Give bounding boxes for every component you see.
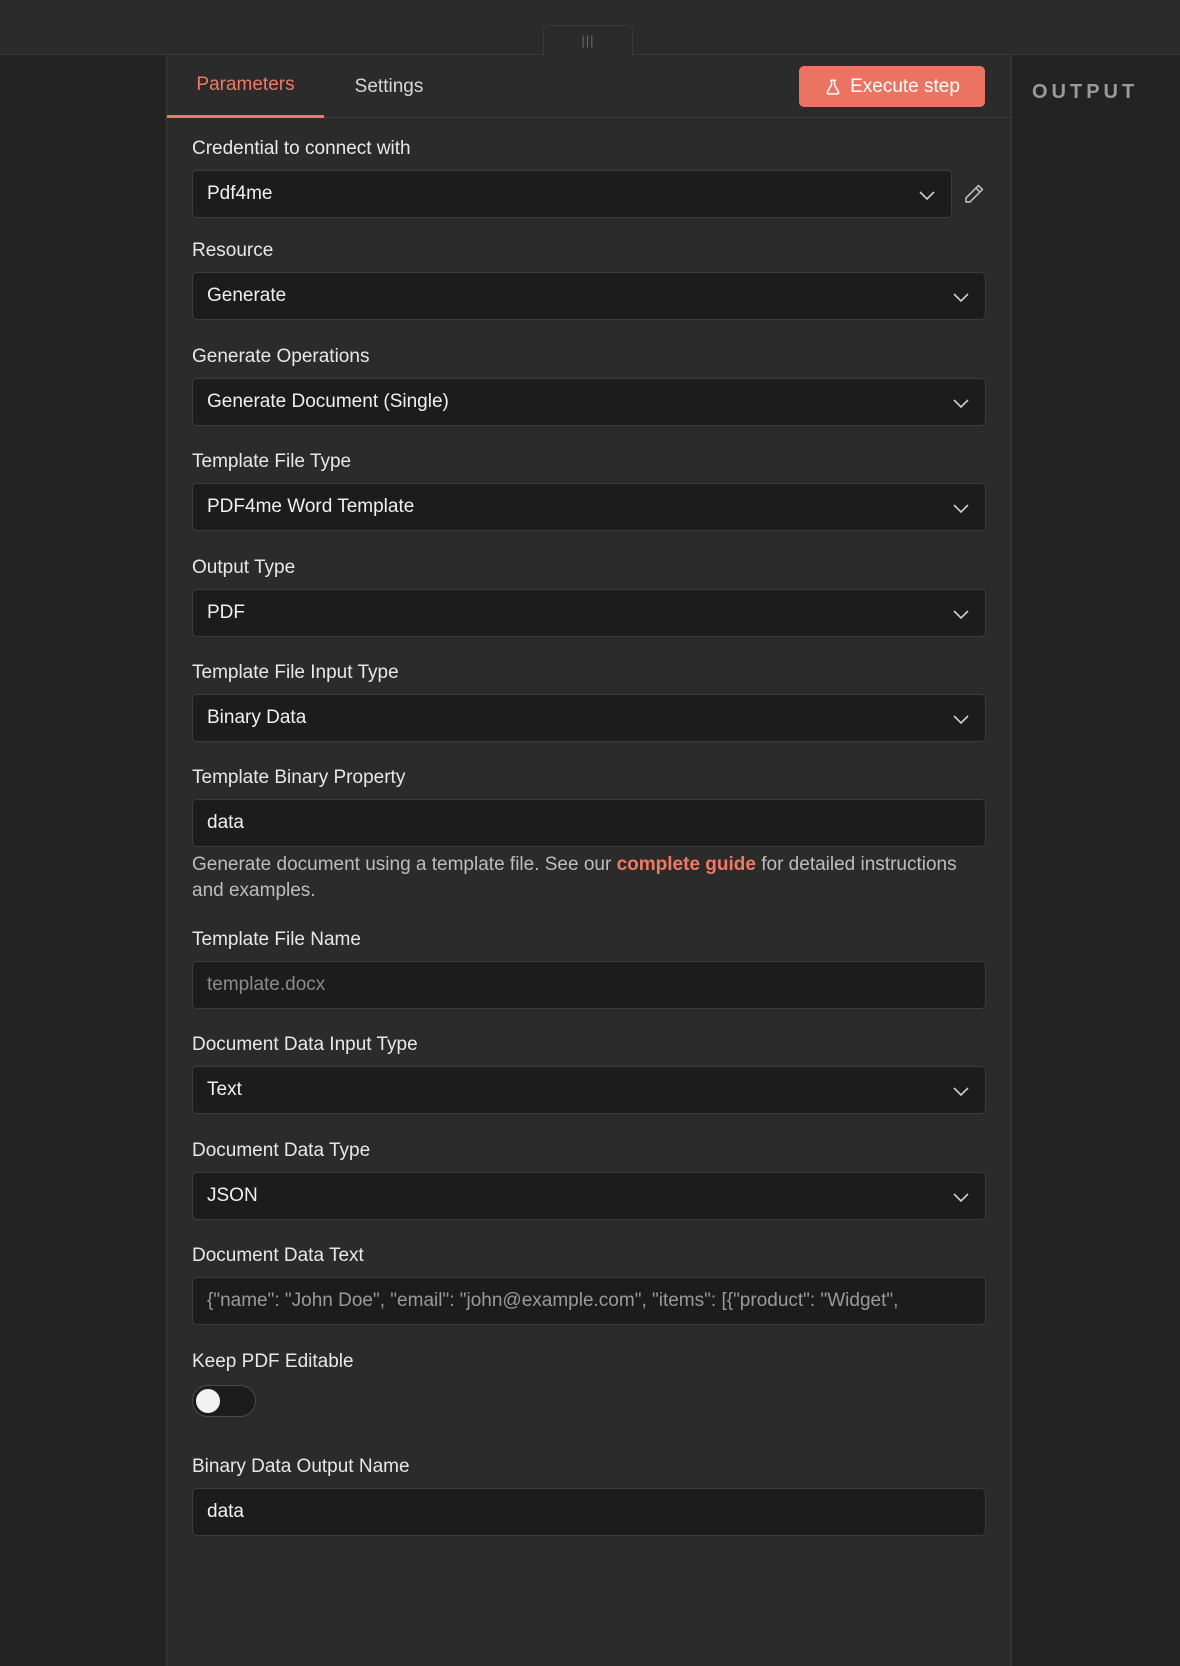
template-file-name-field: Template File Name template.docx [192,928,986,1009]
document-data-text-label: Document Data Text [192,1245,364,1266]
template-file-name-input[interactable]: template.docx [192,961,986,1009]
keep-pdf-editable-field: Keep PDF Editable [192,1350,986,1417]
document-data-text-field: Document Data Text {"name": "John Doe", … [192,1244,986,1325]
template-file-type-label: Template File Type [192,451,352,472]
binary-output-name-field: Binary Data Output Name data [192,1455,986,1536]
keep-pdf-editable-toggle[interactable] [192,1385,256,1417]
left-gutter [0,55,166,1666]
panel-tabs: Parameters Settings Execute step [167,55,1011,118]
document-data-input-type-label: Document Data Input Type [192,1034,418,1055]
execute-step-label: Execute step [850,75,960,97]
tab-settings[interactable]: Settings [324,55,454,118]
panel-drag-handle[interactable]: ||| [543,25,633,55]
tab-parameters[interactable]: Parameters [167,55,324,118]
document-data-input-type-select[interactable]: Text [192,1066,986,1114]
template-binary-property-input[interactable]: data [192,799,986,847]
top-bar: ||| [0,0,1180,55]
document-data-type-label: Document Data Type [192,1140,371,1161]
template-file-type-field: Template File Type PDF4me Word Template [192,450,986,531]
template-input-type-field: Template File Input Type Binary Data [192,661,986,742]
pencil-icon[interactable] [962,182,986,206]
template-input-type-value: Binary Data [207,707,307,728]
document-data-type-field: Document Data Type JSON [192,1139,986,1220]
document-data-text-input[interactable]: {"name": "John Doe", "email": "john@exam… [192,1277,986,1325]
output-type-field: Output Type PDF [192,556,986,637]
credential-value: Pdf4me [207,183,273,204]
template-binary-property-value: data [207,812,244,833]
complete-guide-link[interactable]: complete guide [617,854,756,875]
operation-label: Generate Operations [192,346,370,367]
document-data-type-select[interactable]: JSON [192,1172,986,1220]
document-data-text-placeholder: {"name": "John Doe", "email": "john@exam… [207,1290,899,1311]
binary-output-name-input[interactable]: data [192,1488,986,1536]
document-data-input-type-value: Text [207,1079,242,1100]
resource-field: Resource Generate [192,239,986,320]
chevron-down-icon [919,191,935,201]
chevron-down-icon [953,610,969,620]
template-file-type-value: PDF4me Word Template [207,496,415,517]
chevron-down-icon [953,1087,969,1097]
document-data-type-value: JSON [207,1185,258,1206]
template-file-name-label: Template File Name [192,929,361,950]
resource-label: Resource [192,240,274,261]
chevron-down-icon [953,504,969,514]
keep-pdf-editable-label: Keep PDF Editable [192,1351,354,1372]
operation-value: Generate Document (Single) [207,391,449,412]
operation-field: Generate Operations Generate Document (S… [192,345,986,426]
chevron-down-icon [953,1193,969,1203]
binary-output-name-value: data [207,1501,244,1522]
output-title: OUTPUT [1032,81,1139,103]
template-input-type-select[interactable]: Binary Data [192,694,986,742]
template-file-type-select[interactable]: PDF4me Word Template [192,483,986,531]
template-file-name-placeholder: template.docx [207,974,326,995]
template-input-type-label: Template File Input Type [192,662,399,683]
resource-value: Generate [207,285,287,306]
chevron-down-icon [953,293,969,303]
output-type-select[interactable]: PDF [192,589,986,637]
chevron-down-icon [953,399,969,409]
document-data-input-type-field: Document Data Input Type Text [192,1033,986,1114]
resource-select[interactable]: Generate [192,272,986,320]
output-column: OUTPUT [1012,55,1180,1666]
credential-label: Credential to connect with [192,138,411,159]
toggle-knob [196,1389,220,1413]
execute-step-button[interactable]: Execute step [799,66,985,107]
template-binary-property-field: Template Binary Property data [192,766,986,847]
output-type-value: PDF [207,602,245,623]
output-type-label: Output Type [192,557,296,578]
operation-select[interactable]: Generate Document (Single) [192,378,986,426]
hint-text-before: Generate document using a template file.… [192,854,617,875]
template-hint-text: Generate document using a template file.… [192,852,986,904]
flask-icon [826,79,840,95]
node-parameters-panel: Parameters Settings Execute step Credent… [166,55,1012,1666]
credential-select[interactable]: Pdf4me [192,170,953,218]
chevron-down-icon [953,715,969,725]
binary-output-name-label: Binary Data Output Name [192,1456,410,1477]
template-binary-property-label: Template Binary Property [192,767,406,788]
credential-field: Credential to connect with Pdf4me [192,137,986,218]
